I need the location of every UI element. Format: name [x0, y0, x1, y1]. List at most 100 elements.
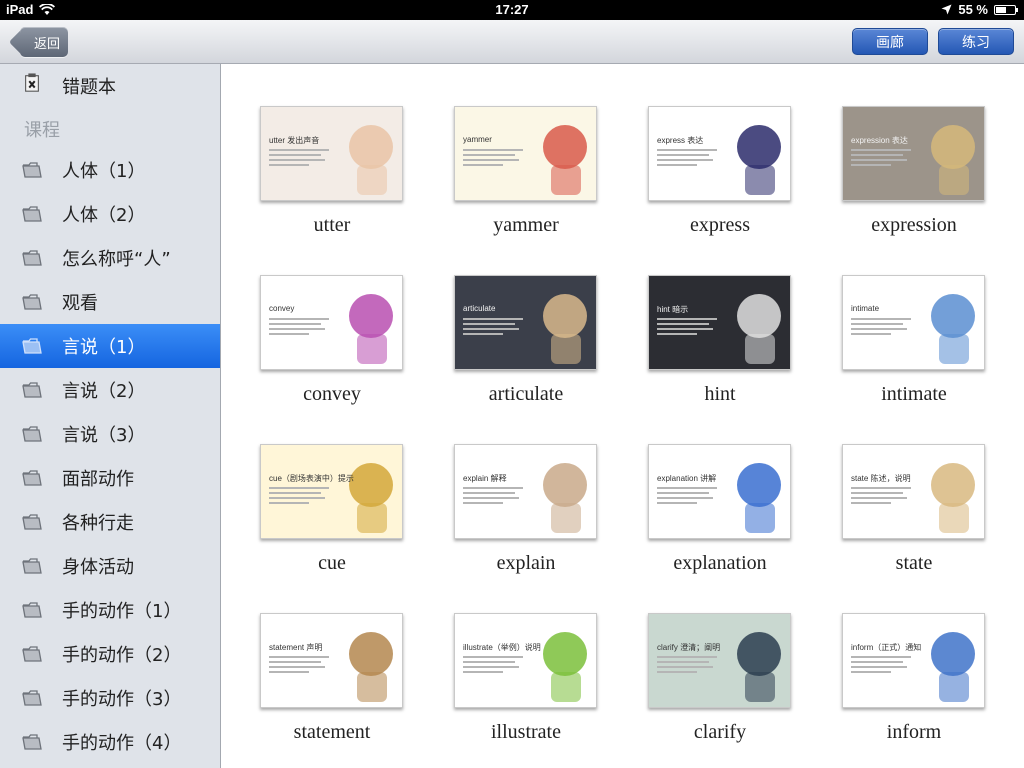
thumbnail-title: explain 解释	[463, 474, 507, 483]
word-card[interactable]: statement 声明 statement	[242, 613, 422, 753]
word-label: cue	[318, 552, 346, 574]
clock: 17:27	[495, 2, 529, 17]
thumbnail-text-lines	[851, 149, 913, 169]
thumbnail-text-lines	[851, 318, 913, 338]
thumbnail-title: statement 声明	[269, 643, 323, 652]
sidebar-item-lesson[interactable]: 手的动作（1）	[0, 588, 220, 632]
word-card[interactable]: intimate intimate	[824, 275, 1004, 415]
thumbnail-text-lines	[463, 487, 525, 507]
folder-icon	[22, 602, 42, 618]
sidebar-item-label: 面部动作	[62, 469, 134, 490]
word-card-thumbnail: expression 表达	[842, 106, 985, 201]
gallery-button[interactable]: 画廊	[852, 28, 928, 55]
thumbnail-text-lines	[657, 487, 719, 507]
sidebar-item-lesson[interactable]: 言说（1）	[0, 324, 220, 368]
word-label: statement	[293, 721, 371, 743]
sidebar-item-lesson[interactable]: 言说（2）	[0, 368, 220, 412]
sidebar-item-lesson[interactable]: 怎么称呼“人”	[0, 236, 220, 280]
word-card-thumbnail: convey	[260, 275, 403, 370]
word-card[interactable]: clarify 澄清；阐明 clarify	[630, 613, 810, 753]
thumbnail-text-lines	[269, 318, 331, 338]
word-label: articulate	[488, 383, 564, 405]
word-card[interactable]: expression 表达 expression	[824, 106, 1004, 246]
word-card-thumbnail: explain 解释	[454, 444, 597, 539]
folder-icon	[22, 250, 42, 266]
word-card[interactable]: articulate articulate	[436, 275, 616, 415]
sidebar-item-label: 手的动作（1）	[62, 601, 182, 622]
folder-icon	[22, 734, 42, 750]
word-card[interactable]: illustrate（举例）说明 illustrate	[436, 613, 616, 753]
folder-icon	[22, 206, 42, 222]
word-label: clarify	[693, 721, 747, 743]
thumbnail-title: intimate	[851, 304, 880, 313]
word-card[interactable]: yammer yammer	[436, 106, 616, 246]
word-card[interactable]: utter 发出声音 utter	[242, 106, 422, 246]
thumbnail-title: hint 暗示	[657, 305, 689, 314]
word-label: inform	[886, 721, 942, 743]
sidebar-item-lesson[interactable]: 手的动作（4）	[0, 720, 220, 764]
thumbnail-title: expression 表达	[851, 136, 908, 145]
sidebar-item-label: 手的动作（3）	[62, 689, 182, 710]
word-card-thumbnail: explanation 讲解	[648, 444, 791, 539]
thumbnail-title: explanation 讲解	[657, 474, 717, 483]
sidebar-item-label: 错题本	[62, 77, 116, 98]
word-card[interactable]: cue（剧场表演中）提示 cue	[242, 444, 422, 584]
sidebar-item-label: 人体（2）	[62, 205, 146, 226]
lesson-sidebar: 错题本 课程 人体（1） 人体（2） 怎么称呼“人” 观看 言说（1） 言说（2） 言说（3…	[0, 64, 221, 768]
word-card[interactable]: state 陈述，说明 state	[824, 444, 1004, 584]
thumbnail-title: convey	[269, 304, 295, 313]
word-card[interactable]: convey convey	[242, 275, 422, 415]
battery-icon	[994, 4, 1018, 15]
word-card[interactable]: express 表达 express	[630, 106, 810, 246]
thumbnail-text-lines	[463, 318, 525, 338]
word-card[interactable]: inform（正式）通知 inform	[824, 613, 1004, 753]
word-card-thumbnail: intimate	[842, 275, 985, 370]
word-card-thumbnail: hint 暗示	[648, 275, 791, 370]
sidebar-item-lesson[interactable]: 各种行走	[0, 500, 220, 544]
sidebar-item-wrongbook[interactable]: 错题本	[0, 64, 220, 108]
sidebar-item-lesson[interactable]: 观看	[0, 280, 220, 324]
folder-icon	[22, 338, 42, 354]
sidebar-item-lesson[interactable]: 身体活动	[0, 544, 220, 588]
folder-icon	[22, 294, 42, 310]
practice-button[interactable]: 练习	[938, 28, 1014, 55]
folder-icon	[22, 646, 42, 662]
sidebar-item-lesson[interactable]: 人体（1）	[0, 148, 220, 192]
sidebar-item-lesson[interactable]: 人体（2）	[0, 192, 220, 236]
sidebar-item-lesson[interactable]: 手的动作（3）	[0, 676, 220, 720]
sidebar-item-lesson[interactable]: 手的动作（2）	[0, 632, 220, 676]
folder-icon	[22, 470, 42, 486]
status-bar: iPad 17:27 55 %	[0, 0, 1024, 20]
word-label: illustrate	[491, 721, 561, 743]
thumbnail-text-lines	[851, 656, 913, 676]
back-button[interactable]: 返回	[20, 27, 68, 57]
word-card-thumbnail: yammer	[454, 106, 597, 201]
sidebar-item-label: 言说（2）	[62, 381, 146, 402]
word-card-thumbnail: state 陈述，说明	[842, 444, 985, 539]
sidebar-item-lesson[interactable]: 面部动作	[0, 456, 220, 500]
folder-icon	[22, 426, 42, 442]
word-label: state	[895, 552, 933, 574]
thumbnail-title: utter 发出声音	[269, 136, 320, 145]
word-card-thumbnail: articulate	[454, 275, 597, 370]
sidebar-item-label: 手的动作（2）	[62, 645, 182, 666]
word-card-thumbnail: clarify 澄清；阐明	[648, 613, 791, 708]
sidebar-item-label: 怎么称呼“人”	[62, 249, 171, 270]
thumbnail-title: express 表达	[657, 136, 704, 145]
word-card[interactable]: hint 暗示 hint	[630, 275, 810, 415]
sidebar-item-label: 身体活动	[62, 557, 134, 578]
word-label: yammer	[493, 214, 559, 236]
word-card-thumbnail: cue（剧场表演中）提示	[260, 444, 403, 539]
folder-icon	[22, 514, 42, 530]
word-card[interactable]: explanation 讲解 explanation	[630, 444, 810, 584]
thumbnail-text-lines	[269, 149, 331, 169]
folder-icon	[22, 690, 42, 706]
folder-icon	[22, 558, 42, 574]
thumbnail-title: state 陈述，说明	[851, 474, 911, 483]
word-card[interactable]: explain 解释 explain	[436, 444, 616, 584]
thumbnail-title: clarify 澄清；阐明	[657, 643, 721, 652]
word-label: intimate	[881, 383, 947, 405]
battery-percent: 55 %	[958, 2, 988, 17]
sidebar-item-lesson[interactable]: 言说（3）	[0, 412, 220, 456]
thumbnail-text-lines	[269, 487, 331, 507]
